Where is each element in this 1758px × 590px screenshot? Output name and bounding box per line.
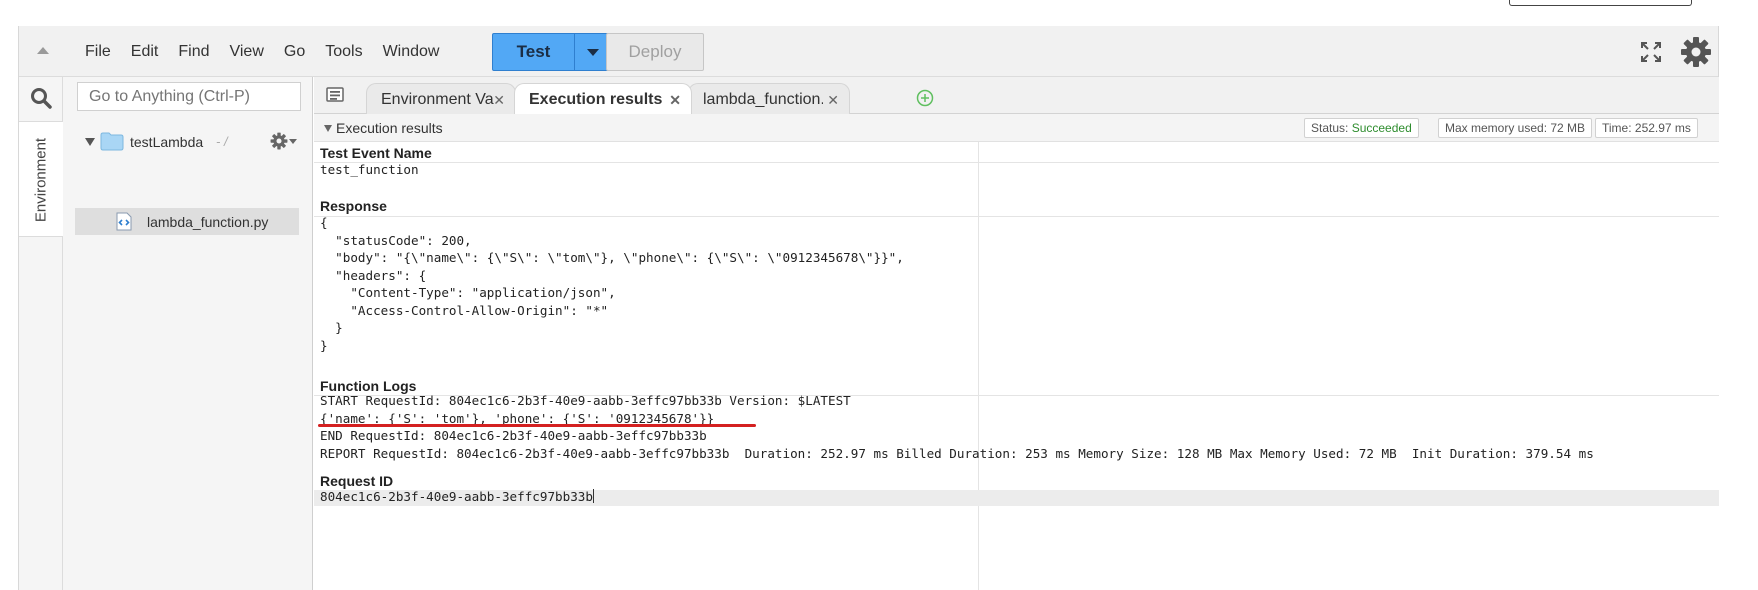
folder-icon: [100, 132, 124, 151]
close-icon[interactable]: ✕: [493, 92, 505, 109]
function-logs: START RequestId: 804ec1c6-2b3f-40e9-aabb…: [320, 393, 1594, 461]
collapse-menubar-icon[interactable]: [37, 47, 49, 54]
environment-tab[interactable]: Environment: [19, 121, 63, 237]
top-right-box: [1509, 0, 1692, 6]
tabs-menu-icon[interactable]: [326, 87, 344, 103]
tab-environment-variables[interactable]: Environment Vari ✕: [366, 83, 516, 115]
gear-caret-icon[interactable]: [289, 139, 297, 144]
close-icon[interactable]: ✕: [669, 92, 681, 109]
tab-label: lambda_function.: [703, 91, 823, 108]
text-cursor: [592, 489, 594, 503]
add-tab-icon[interactable]: [916, 89, 934, 107]
tree-root-path: - /: [216, 134, 228, 149]
close-icon[interactable]: ✕: [827, 92, 839, 109]
menu-go[interactable]: Go: [274, 26, 315, 77]
response-title: Response: [320, 198, 387, 214]
browser-top-strip: [0, 0, 1758, 26]
tab-execution-results[interactable]: Execution results ✕: [514, 83, 692, 116]
test-event-name-value: test_function: [320, 162, 419, 177]
deploy-button[interactable]: Deploy: [606, 33, 704, 71]
menu-view[interactable]: View: [219, 26, 273, 77]
menu-file[interactable]: File: [75, 26, 121, 77]
cloud9-ide: File Edit Find View Go Tools Window Test…: [18, 26, 1719, 590]
menu-tools[interactable]: Tools: [315, 26, 372, 77]
test-button-label[interactable]: Test: [493, 34, 575, 70]
time-badge: Time: 252.97 ms: [1595, 118, 1698, 138]
editor-area: Environment Vari ✕ lambda_function. ✕ Ex…: [314, 77, 1719, 590]
tab-label: Execution results: [529, 91, 663, 108]
caret-down-icon: [587, 48, 599, 56]
left-rail: Environment: [19, 77, 63, 590]
tree-file-name: lambda_function.py: [147, 214, 269, 230]
status-badge: Status: Succeeded: [1304, 118, 1419, 138]
status-label: Status:: [1311, 121, 1349, 135]
test-button: Test: [492, 33, 612, 71]
tree-file-lambda-function[interactable]: lambda_function.py: [75, 208, 299, 235]
go-to-anything-input[interactable]: [77, 82, 301, 111]
tab-lambda-function[interactable]: lambda_function. ✕: [688, 83, 850, 115]
tree-root-name: testLambda: [130, 134, 204, 150]
collapse-results-icon[interactable]: [324, 125, 332, 132]
menu-edit[interactable]: Edit: [121, 26, 169, 77]
tab-label: Environment Vari: [381, 91, 494, 108]
divider: [314, 162, 1719, 163]
request-id-value: 804ec1c6-2b3f-40e9-aabb-3effc97bb33b: [320, 489, 593, 504]
environment-tab-label: Environment: [32, 137, 50, 223]
settings-gear-icon[interactable]: [1680, 36, 1712, 68]
file-tree-panel: testLambda - /: [63, 77, 313, 590]
test-event-name-title: Test Event Name: [320, 145, 432, 161]
menu-items: File Edit Find View Go Tools Window: [75, 26, 449, 77]
request-id-title: Request ID: [320, 473, 394, 489]
response-body: { "statusCode": 200, "body": "{\"name\":…: [320, 215, 904, 353]
search-icon[interactable]: [30, 87, 52, 109]
menu-window[interactable]: Window: [373, 26, 450, 77]
tree-root-folder[interactable]: testLambda - /: [85, 131, 297, 153]
menu-find[interactable]: Find: [168, 26, 219, 77]
status-value: Succeeded: [1351, 121, 1412, 135]
fullscreen-icon[interactable]: [1640, 41, 1662, 63]
execution-results-content: Test Event Name test_function Response {…: [314, 142, 1719, 590]
menubar: File Edit Find View Go Tools Window Test…: [19, 26, 1718, 77]
execution-results-header: Execution results Status: Succeeded Max …: [314, 114, 1719, 142]
memory-badge: Max memory used: 72 MB: [1438, 118, 1593, 138]
expand-triangle-icon[interactable]: [85, 138, 95, 146]
tree-gear-icon[interactable]: [270, 132, 288, 150]
request-id-line[interactable]: 804ec1c6-2b3f-40e9-aabb-3effc97bb33b: [320, 488, 594, 506]
execution-results-title: Execution results: [336, 120, 443, 136]
python-file-icon: [116, 212, 132, 231]
column-divider: [978, 142, 979, 590]
tab-bar: Environment Vari ✕ lambda_function. ✕ Ex…: [314, 77, 1719, 116]
highlight-underline: [318, 424, 756, 427]
